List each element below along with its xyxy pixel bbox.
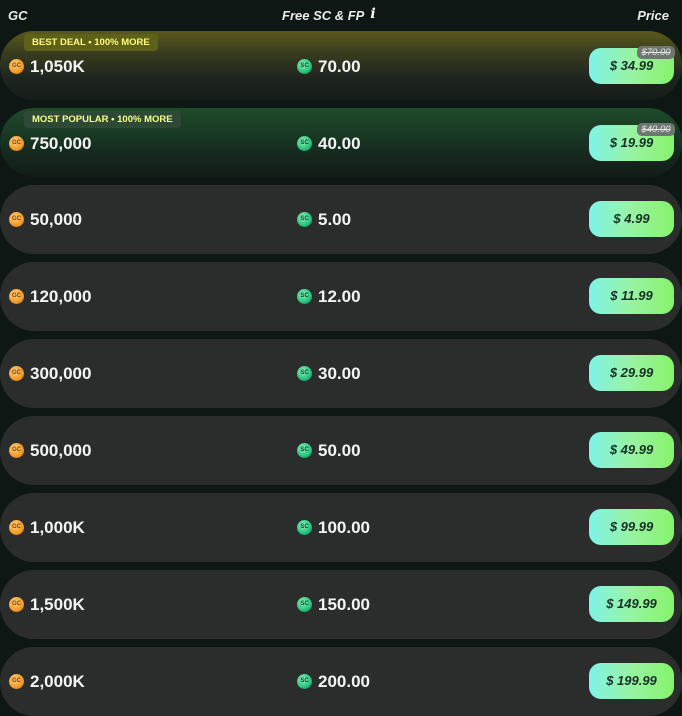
buy-button[interactable]: $ 49.99	[589, 432, 674, 468]
buy-button[interactable]: $ 29.99	[589, 355, 674, 391]
sc-amount: 5.00	[318, 210, 352, 229]
price-column-header: Price	[637, 8, 669, 23]
green-coin-icon: SC	[297, 674, 312, 689]
sc-amount: 150.00	[318, 595, 370, 614]
package-row: GC 1,500K SC 150.00 $ 149.99	[0, 570, 682, 639]
gold-coin-icon: GC	[9, 520, 24, 535]
green-coin-icon: SC	[297, 443, 312, 458]
package-row: GC 300,000 SC 30.00 $ 29.99	[0, 339, 682, 408]
sc-amount: 30.00	[318, 364, 361, 383]
package-row: GC 500,000 SC 50.00 $ 49.99	[0, 416, 682, 485]
old-price-badge: $40.00	[637, 123, 675, 136]
sc-amount: 100.00	[318, 518, 370, 537]
old-price-badge: $70.00	[637, 46, 675, 59]
gc-amount: 300,000	[30, 364, 92, 383]
buy-button[interactable]: $ 11.99	[589, 278, 674, 314]
most-popular-badge: MOST POPULAR • 100% MORE	[24, 111, 181, 128]
info-icon[interactable]: i	[366, 7, 380, 22]
sc-amount: 40.00	[318, 134, 361, 153]
buy-button[interactable]: $ 4.99	[589, 201, 674, 237]
green-coin-icon: SC	[297, 520, 312, 535]
best-deal-badge: BEST DEAL • 100% MORE	[24, 34, 158, 51]
gc-amount: 120,000	[30, 287, 92, 306]
green-coin-icon: SC	[297, 366, 312, 381]
gold-coin-icon: GC	[9, 366, 24, 381]
package-row: BEST DEAL • 100% MORE GC 1,050K SC 70.00…	[0, 31, 682, 100]
gc-amount: 2,000K	[30, 672, 85, 691]
buy-button[interactable]: $ 149.99	[589, 586, 674, 622]
buy-button[interactable]: $ 99.99	[589, 509, 674, 545]
gc-amount: 500,000	[30, 441, 92, 460]
gold-coin-icon: GC	[9, 136, 24, 151]
green-coin-icon: SC	[297, 289, 312, 304]
gc-amount: 50,000	[30, 210, 82, 229]
sc-amount: 12.00	[318, 287, 361, 306]
gold-coin-icon: GC	[9, 443, 24, 458]
gc-amount: 1,000K	[30, 518, 85, 537]
gc-amount: 1,050K	[30, 57, 85, 76]
package-row: GC 2,000K SC 200.00 $ 199.99	[0, 647, 682, 716]
gold-coin-icon: GC	[9, 212, 24, 227]
gold-coin-icon: GC	[9, 59, 24, 74]
package-row: GC 50,000 SC 5.00 $ 4.99	[0, 185, 682, 254]
green-coin-icon: SC	[297, 59, 312, 74]
gc-amount: 1,500K	[30, 595, 85, 614]
green-coin-icon: SC	[297, 212, 312, 227]
gold-coin-icon: GC	[9, 674, 24, 689]
gc-amount: 750,000	[30, 134, 92, 153]
gc-column-header: GC	[8, 8, 28, 23]
green-coin-icon: SC	[297, 136, 312, 151]
sc-amount: 70.00	[318, 57, 361, 76]
sc-amount: 200.00	[318, 672, 370, 691]
free-sc-column-header: Free SC & FP	[282, 8, 365, 23]
green-coin-icon: SC	[297, 597, 312, 612]
package-row: GC 120,000 SC 12.00 $ 11.99	[0, 262, 682, 331]
buy-button[interactable]: $ 199.99	[589, 663, 674, 699]
table-header: GC Free SC & FP i Price	[0, 0, 682, 30]
gold-coin-icon: GC	[9, 597, 24, 612]
package-row: GC 1,000K SC 100.00 $ 99.99	[0, 493, 682, 562]
gold-coin-icon: GC	[9, 289, 24, 304]
sc-amount: 50.00	[318, 441, 361, 460]
package-row: MOST POPULAR • 100% MORE GC 750,000 SC 4…	[0, 108, 682, 177]
